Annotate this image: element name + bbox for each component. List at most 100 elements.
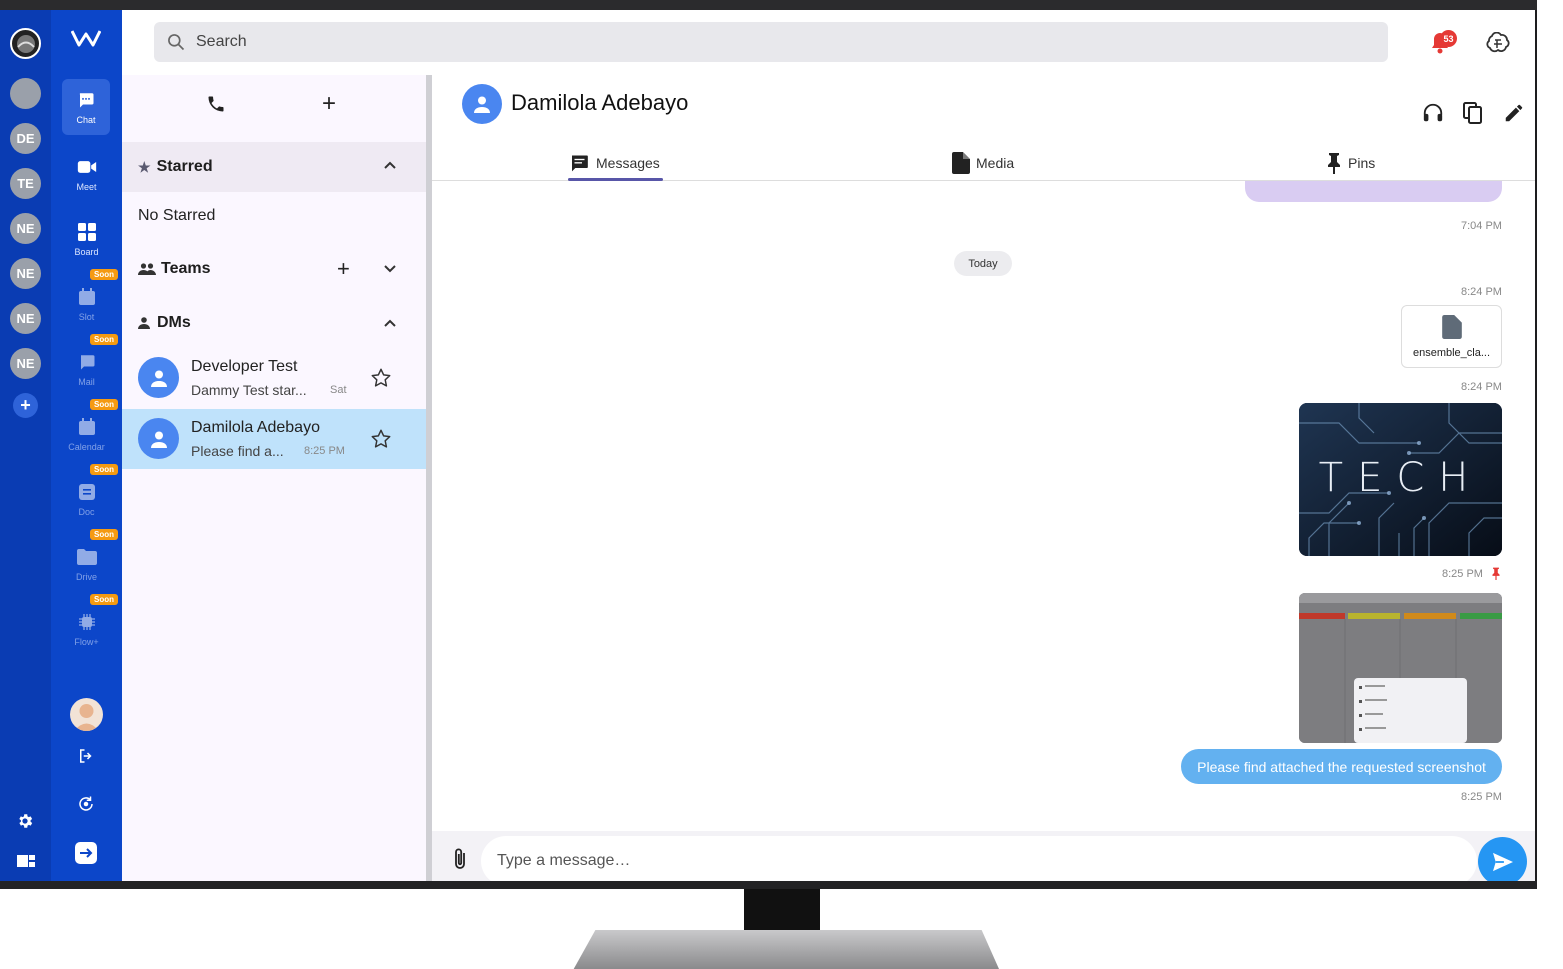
tab-pins[interactable]: Pins: [1326, 145, 1375, 181]
calendar-icon: [76, 416, 98, 438]
contact-avatar: [138, 357, 179, 398]
workspace-de[interactable]: DE: [10, 123, 41, 154]
dm-preview: Please find a...: [191, 443, 284, 459]
app-nav-rail: Chat Meet Board Soon Slot Soon Mail Soon: [51, 10, 122, 881]
chevron-down-icon[interactable]: [384, 265, 396, 273]
chevron-up-icon[interactable]: [384, 161, 396, 169]
workspace-rail: DE TE NE NE NE NE +: [0, 10, 51, 881]
dm-item-damilola-adebayo[interactable]: Damilola Adebayo Please find a... 8:25 P…: [122, 409, 426, 469]
tab-messages[interactable]: Messages: [569, 145, 660, 181]
monitor-bottom-bezel: [0, 881, 1537, 889]
file-name: ensemble_cla...: [1412, 346, 1491, 359]
file-icon: [952, 152, 970, 174]
layout-panel-icon[interactable]: [17, 853, 35, 874]
screenshot-image-attachment[interactable]: [1299, 593, 1502, 743]
message-input[interactable]: Type a message…: [481, 836, 1477, 881]
workspace-ne-1[interactable]: NE: [10, 213, 41, 244]
monitor-screen: DE TE NE NE NE NE + Chat Meet Board Soon…: [0, 0, 1537, 889]
workspace-ne-4[interactable]: NE: [10, 348, 41, 379]
message-timestamp: 7:04 PM: [1461, 220, 1502, 232]
dm-name: Damilola Adebayo: [191, 419, 320, 436]
person-icon: [138, 317, 150, 329]
starred-section-header[interactable]: ★ Starred: [122, 142, 426, 192]
star-filled-icon: ★: [138, 158, 151, 175]
nav-slot[interactable]: Slot: [51, 286, 122, 322]
send-icon: [1492, 852, 1513, 871]
edit-pencil-icon[interactable]: [1503, 102, 1525, 129]
star-outline-icon[interactable]: [370, 367, 392, 394]
attach-paperclip-icon[interactable]: [451, 847, 469, 876]
teams-section-header[interactable]: Teams +: [122, 249, 426, 289]
workspace-ne-2[interactable]: NE: [10, 258, 41, 289]
monitor-stand-base: [573, 930, 999, 969]
document-icon: [76, 481, 98, 503]
chevron-up-icon[interactable]: [384, 319, 396, 327]
file-attachment[interactable]: ensemble_cla...: [1401, 305, 1502, 368]
search-icon: [168, 34, 185, 51]
message-timestamp: 8:24 PM: [1461, 286, 1502, 298]
workspace-logo-avatar[interactable]: [10, 28, 41, 59]
nav-calendar[interactable]: Calendar: [51, 416, 122, 452]
contact-avatar: [138, 418, 179, 459]
add-workspace-icon[interactable]: +: [13, 393, 38, 418]
message-icon: [572, 155, 588, 172]
message-composer: Type a message…: [432, 831, 1535, 881]
user-avatar[interactable]: [70, 698, 103, 731]
chat-main-panel: Damilola Adebayo Messages Media Pins 7:0…: [432, 75, 1535, 881]
message-timestamp: 8:25 PM: [1461, 791, 1502, 803]
calendar-slot-icon: [76, 286, 98, 308]
search-placeholder: Search: [196, 33, 247, 50]
no-starred-text: No Starred: [138, 207, 216, 224]
nav-meet[interactable]: Meet: [51, 156, 122, 192]
soon-badge-drive: Soon: [90, 529, 118, 540]
chip-icon: [76, 611, 98, 633]
settings-gear-icon[interactable]: [16, 812, 34, 835]
ai-brain-icon[interactable]: [1486, 31, 1510, 59]
active-tab-indicator: [568, 178, 663, 181]
send-button[interactable]: [1478, 837, 1527, 881]
message-timestamp: 8:24 PM: [1461, 381, 1502, 393]
dm-item-developer-test[interactable]: Developer Test Dammy Test star... Sat: [122, 348, 426, 408]
group-icon: [138, 263, 156, 275]
new-chat-plus-icon[interactable]: +: [322, 92, 336, 116]
star-outline-icon[interactable]: [370, 428, 392, 455]
pinned-red-icon: [1491, 567, 1501, 585]
sync-icon[interactable]: [77, 795, 95, 818]
collapse-sidebar-icon[interactable]: [75, 842, 97, 864]
folder-icon: [76, 546, 98, 568]
tab-media[interactable]: Media: [952, 145, 1014, 181]
nav-chat[interactable]: Chat: [62, 79, 110, 135]
logout-icon[interactable]: [77, 747, 95, 770]
monitor-stand-neck: [744, 889, 820, 936]
copy-icon[interactable]: [1463, 102, 1483, 129]
conversation-sidebar: + ★ Starred No Starred Teams + DMs Devel…: [122, 75, 426, 881]
nav-doc[interactable]: Doc: [51, 481, 122, 517]
soon-badge-slot: Soon: [90, 269, 118, 280]
message-timestamp: 8:25 PM: [1442, 568, 1483, 580]
monitor-top-bezel: [0, 0, 1537, 10]
dm-time: 8:25 PM: [304, 445, 345, 457]
nav-mail[interactable]: Mail: [51, 351, 122, 387]
dm-name: Developer Test: [191, 358, 298, 375]
dm-preview: Dammy Test star...: [191, 382, 307, 398]
dm-time: Sat: [330, 384, 347, 396]
workspace-ne-3[interactable]: NE: [10, 303, 41, 334]
mail-icon: [76, 351, 98, 373]
nav-drive[interactable]: Drive: [51, 546, 122, 582]
soon-badge-mail: Soon: [90, 334, 118, 345]
call-icon[interactable]: [206, 94, 226, 119]
app-logo-icon: [70, 28, 102, 53]
pin-icon: [1328, 153, 1340, 174]
search-input[interactable]: Search: [154, 22, 1388, 62]
chat-contact-name: Damilola Adebayo: [511, 90, 689, 115]
nav-flow[interactable]: Flow+: [51, 611, 122, 647]
chat-bubble-icon: [75, 89, 97, 111]
headset-icon[interactable]: [1422, 102, 1444, 129]
file-icon: [1441, 314, 1462, 339]
workspace-te[interactable]: TE: [10, 168, 41, 199]
add-team-plus-icon[interactable]: +: [337, 256, 350, 282]
tech-image-attachment[interactable]: TECH: [1299, 403, 1502, 556]
dms-section-header[interactable]: DMs: [122, 303, 426, 343]
workspace-blank[interactable]: [10, 78, 41, 109]
nav-board[interactable]: Board: [51, 221, 122, 257]
